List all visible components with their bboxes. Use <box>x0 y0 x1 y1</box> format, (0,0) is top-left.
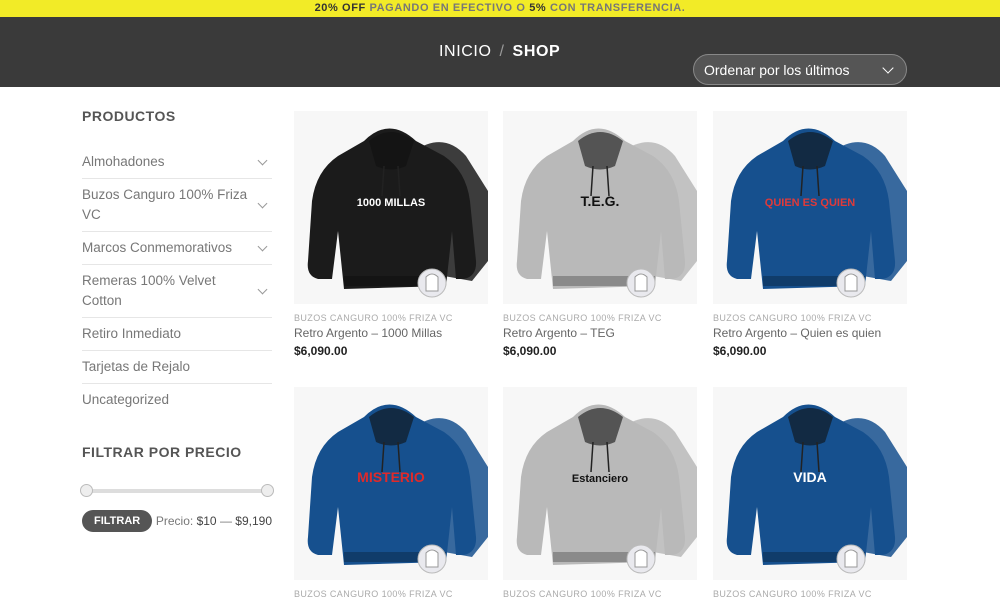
category-label: Marcos Conmemorativos <box>82 240 233 255</box>
product-category[interactable]: BUZOS CANGURO 100% FRIZA VC <box>503 313 697 323</box>
product-image[interactable]: T.E.G. <box>503 111 697 304</box>
chevron-down-icon[interactable] <box>257 284 268 294</box>
hoodie-illustration: MISTERIO <box>294 387 488 580</box>
hoodie-print-text: VIDA <box>793 469 826 485</box>
hoodie-illustration: QUIEN ES QUIEN <box>713 111 907 304</box>
promo-text-1: PAGANDO EN EFECTIVO O <box>365 2 530 14</box>
hoodie-print-text: Estanciero <box>572 473 629 485</box>
breadcrumb: INICIO / SHOP <box>439 43 560 61</box>
product-image[interactable]: VIDA <box>713 387 907 580</box>
product-card[interactable]: VIDA BUZOS CANGURO 100% FRIZA VC <box>713 387 907 599</box>
product-card[interactable]: MISTERIO BUZOS CANGURO 100% FRIZA VC <box>294 387 488 599</box>
chevron-down-icon[interactable] <box>257 241 268 251</box>
category-label: Uncategorized <box>82 392 170 407</box>
promo-text-2: CON TRANSFERENCIA. <box>546 2 686 14</box>
product-image[interactable]: MISTERIO <box>294 387 488 580</box>
category-label: Almohadones <box>82 154 165 169</box>
product-price: $6,090.00 <box>713 344 767 358</box>
category-list: Almohadones Buzos Canguro 100% Friza VC Ma… <box>82 146 272 416</box>
hoodie-illustration: T.E.G. <box>503 111 697 304</box>
product-card[interactable]: 1000 MILLAS BUZOS CANGURO 100% FRIZA VC Re… <box>294 111 488 358</box>
category-item[interactable]: Almohadones <box>82 146 272 179</box>
hoodie-print-text: MISTERIO <box>357 469 425 485</box>
breadcrumb-current: SHOP <box>512 43 561 60</box>
price-filter-row: FILTRAR Precio: $10 — $9,190 <box>82 510 272 532</box>
category-item[interactable]: Remeras 100% Velvet Cotton <box>82 265 272 318</box>
product-name[interactable]: Retro Argento – Quien es quien <box>713 326 907 340</box>
page-header: INICIO / SHOP Ordenar por los últimos <box>0 17 1000 87</box>
product-image[interactable]: 1000 MILLAS <box>294 111 488 304</box>
product-card[interactable]: QUIEN ES QUIEN BUZOS CANGURO 100% FRIZA V… <box>713 111 907 358</box>
categories-title: PRODUCTOS <box>82 108 176 124</box>
product-category[interactable]: BUZOS CANGURO 100% FRIZA VC <box>713 313 907 323</box>
product-category[interactable]: BUZOS CANGURO 100% FRIZA VC <box>713 589 907 599</box>
product-category[interactable]: BUZOS CANGURO 100% FRIZA VC <box>294 313 488 323</box>
category-label: Retiro Inmediato <box>82 326 182 341</box>
chevron-down-icon[interactable] <box>257 155 268 165</box>
product-image[interactable]: QUIEN ES QUIEN <box>713 111 907 304</box>
product-card[interactable]: T.E.G. BUZOS CANGURO 100% FRIZA VC Retro A… <box>503 111 697 358</box>
category-item[interactable]: Marcos Conmemorativos <box>82 232 272 265</box>
product-category[interactable]: BUZOS CANGURO 100% FRIZA VC <box>503 589 697 599</box>
price-range-min: $10 <box>196 514 217 528</box>
hoodie-print-text: QUIEN ES QUIEN <box>765 197 856 209</box>
product-name[interactable]: Retro Argento – TEG <box>503 326 697 340</box>
breadcrumb-home-link[interactable]: INICIO <box>439 43 492 60</box>
category-label: Remeras 100% Velvet Cotton <box>82 273 216 308</box>
hoodie-print-text: T.E.G. <box>581 193 620 209</box>
sort-selected-label: Ordenar por los últimos <box>704 61 850 78</box>
chevron-down-icon <box>882 61 894 74</box>
price-range-max: $9,190 <box>235 514 272 528</box>
product-price: $6,090.00 <box>503 344 557 358</box>
promo-discount-2: 5% <box>529 2 547 14</box>
category-item[interactable]: Tarjetas de Rejalo <box>82 351 272 384</box>
price-range-label: Precio: $10 — $9,190 <box>156 514 272 528</box>
sidebar: PRODUCTOS Almohadones Buzos Canguro 100% … <box>80 108 274 532</box>
category-label: Tarjetas de Rejalo <box>82 359 191 374</box>
price-slider-max-handle[interactable] <box>261 484 274 497</box>
category-item[interactable]: Buzos Canguro 100% Friza VC <box>82 179 272 232</box>
hoodie-illustration: Estanciero <box>503 387 697 580</box>
filter-button[interactable]: FILTRAR <box>82 510 153 532</box>
category-item[interactable]: Uncategorized <box>82 384 272 416</box>
promo-discount: 20% OFF <box>314 2 366 14</box>
product-price: $6,090.00 <box>294 344 348 358</box>
product-category[interactable]: BUZOS CANGURO 100% FRIZA VC <box>294 589 488 599</box>
chevron-down-icon[interactable] <box>257 198 268 208</box>
hoodie-illustration: VIDA <box>713 387 907 580</box>
hoodie-illustration: 1000 MILLAS <box>294 111 488 304</box>
price-range-prefix: Precio: <box>155 514 194 528</box>
price-filter-title: FILTRAR POR PRECIO <box>82 444 242 460</box>
price-range-dash: — <box>219 514 232 528</box>
breadcrumb-separator: / <box>499 43 505 60</box>
product-name[interactable]: Retro Argento – 1000 Millas <box>294 326 488 340</box>
product-card[interactable]: Estanciero BUZOS CANGURO 100% FRIZA VC <box>503 387 697 599</box>
sort-select[interactable]: Ordenar por los últimos <box>693 54 907 85</box>
hoodie-print-text: 1000 MILLAS <box>357 197 425 209</box>
category-item[interactable]: Retiro Inmediato <box>82 318 272 351</box>
product-image[interactable]: Estanciero <box>503 387 697 580</box>
category-label: Buzos Canguro 100% Friza VC <box>82 187 248 222</box>
price-slider-track <box>82 489 272 493</box>
price-slider[interactable] <box>80 484 274 498</box>
price-slider-min-handle[interactable] <box>80 484 93 497</box>
promo-bar: 20% OFF PAGANDO EN EFECTIVO O 5% CON TRA… <box>0 0 1000 17</box>
